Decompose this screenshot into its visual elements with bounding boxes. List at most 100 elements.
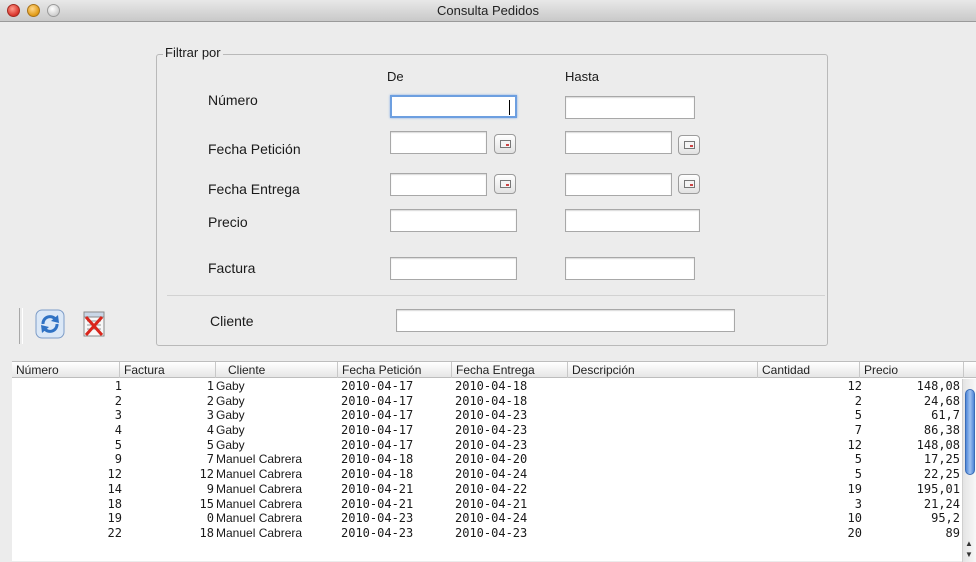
cell-precio: 148,08	[916, 437, 960, 452]
table-row[interactable]: 18 15 Manuel Cabrera 2010-04-21 2010-04-21 3 2…	[12, 497, 962, 512]
cell-precio: 95,2	[931, 511, 960, 526]
cell-fecha-entrega: 2010-04-22	[455, 481, 528, 496]
cell-cliente: Manuel Cabrera	[216, 496, 303, 511]
numero-to-field[interactable]	[565, 96, 695, 119]
cell-fecha-peticion: 2010-04-17	[341, 437, 414, 452]
cell-fecha-entrega: 2010-04-18	[455, 379, 528, 393]
cell-cantidad: 10	[847, 511, 862, 526]
cell-numero: 4	[114, 423, 122, 438]
table-row[interactable]: 5 5 Gaby 2010-04-17 2010-04-23 12 148,08	[12, 438, 962, 453]
cell-cliente: Manuel Cabrera	[216, 525, 303, 540]
table-row[interactable]: 4 4 Gaby 2010-04-17 2010-04-23 7 86,38	[12, 423, 962, 438]
cell-fecha-peticion: 2010-04-18	[341, 467, 414, 482]
orders-table: Número Factura Cliente Fecha Petición Fe…	[12, 361, 976, 562]
table-row[interactable]: 12 12 Manuel Cabrera 2010-04-18 2010-04-24 5 2…	[12, 467, 962, 482]
precio-to-input[interactable]	[566, 210, 699, 231]
fecha-entrega-to-calendar-button[interactable]	[678, 174, 700, 194]
toolbar-grip-highlight	[22, 308, 23, 344]
column-header-fecha-entrega[interactable]: Fecha Entrega	[452, 362, 568, 378]
cell-cantidad: 5	[854, 408, 862, 423]
cell-cantidad: 12	[847, 379, 862, 393]
cell-cliente: Gaby	[216, 379, 245, 393]
scroll-up-arrow-icon[interactable]: ▲	[965, 539, 973, 548]
refresh-button[interactable]	[35, 309, 65, 339]
precio-from-field[interactable]	[390, 209, 517, 232]
numero-to-input[interactable]	[566, 97, 694, 118]
cell-cantidad: 7	[854, 423, 862, 438]
refresh-icon	[35, 309, 65, 339]
cell-factura: 18	[199, 525, 214, 540]
calendar-icon	[684, 180, 695, 188]
cell-fecha-entrega: 2010-04-23	[455, 437, 528, 452]
cell-cliente: Manuel Cabrera	[216, 467, 303, 482]
factura-to-input[interactable]	[566, 258, 694, 279]
factura-to-field[interactable]	[565, 257, 695, 280]
table-row[interactable]: 19 0 Manuel Cabrera 2010-04-23 2010-04-24 10 9…	[12, 511, 962, 526]
cell-precio: 17,25	[923, 452, 960, 467]
table-row[interactable]: 14 9 Manuel Cabrera 2010-04-21 2010-04-22 19 1…	[12, 482, 962, 497]
clear-filter-icon	[83, 311, 105, 337]
column-header-fecha-peticion[interactable]: Fecha Petición	[338, 362, 452, 378]
table-row[interactable]: 3 3 Gaby 2010-04-17 2010-04-23 5 61,7	[12, 408, 962, 423]
cell-factura: 5	[206, 437, 214, 452]
table-header: Número Factura Cliente Fecha Petición Fe…	[12, 362, 976, 378]
fecha-peticion-to-input[interactable]	[566, 132, 671, 153]
cell-numero: 2	[114, 393, 122, 408]
column-header-cantidad[interactable]: Cantidad	[758, 362, 860, 378]
column-header-factura[interactable]: Factura	[120, 362, 216, 378]
window-titlebar: Consulta Pedidos	[0, 0, 976, 22]
precio-to-field[interactable]	[565, 209, 700, 232]
column-header-precio[interactable]: Precio	[860, 362, 964, 378]
cell-numero: 1	[114, 379, 122, 393]
table-vertical-scrollbar[interactable]: ▲ ▼	[962, 379, 976, 562]
table-row[interactable]: 9 7 Manuel Cabrera 2010-04-18 2010-04-20 5 17,…	[12, 452, 962, 467]
cliente-field[interactable]	[396, 309, 735, 332]
table-row[interactable]: 2 2 Gaby 2010-04-17 2010-04-18 2 24,68	[12, 394, 962, 409]
fecha-peticion-from-calendar-button[interactable]	[494, 134, 516, 154]
scroll-down-arrow-icon[interactable]: ▼	[965, 550, 973, 559]
cell-numero: 12	[107, 467, 122, 482]
precio-from-input[interactable]	[391, 210, 516, 231]
cell-numero: 19	[107, 511, 122, 526]
clear-filter-button[interactable]	[80, 309, 108, 339]
fecha-peticion-from-input[interactable]	[391, 132, 486, 153]
cell-numero: 14	[107, 481, 122, 496]
factura-from-field[interactable]	[390, 257, 517, 280]
table-row[interactable]: 1 1 Gaby 2010-04-17 2010-04-18 12 148,08	[12, 379, 962, 394]
cell-numero: 5	[114, 437, 122, 452]
cell-precio: 21,24	[923, 496, 960, 511]
fecha-entrega-to-field[interactable]	[565, 173, 672, 196]
table-row[interactable]: 22 18 Manuel Cabrera 2010-04-23 2010-04-23 20…	[12, 526, 962, 541]
fecha-peticion-to-field[interactable]	[565, 131, 672, 154]
fecha-entrega-from-calendar-button[interactable]	[494, 174, 516, 194]
column-header-numero[interactable]: Número	[12, 362, 120, 378]
cell-factura: 9	[206, 481, 214, 496]
from-column-header: De	[387, 69, 404, 84]
cell-fecha-peticion: 2010-04-17	[341, 393, 414, 408]
precio-label: Precio	[208, 214, 248, 230]
fecha-peticion-to-calendar-button[interactable]	[678, 135, 700, 155]
cell-cantidad: 2	[854, 393, 862, 408]
fecha-entrega-from-field[interactable]	[390, 173, 487, 196]
column-header-descripcion[interactable]: Descripción	[568, 362, 758, 378]
toolbar-grip[interactable]	[19, 308, 20, 344]
calendar-icon	[684, 141, 695, 149]
numero-from-input[interactable]	[392, 97, 515, 116]
calendar-icon	[500, 180, 511, 188]
cliente-input[interactable]	[397, 310, 734, 331]
fecha-entrega-to-input[interactable]	[566, 174, 671, 195]
cell-cliente: Gaby	[216, 423, 245, 438]
filter-separator	[167, 295, 825, 296]
cell-cliente: Gaby	[216, 437, 245, 452]
numero-from-field[interactable]	[390, 95, 517, 118]
cell-fecha-entrega: 2010-04-23	[455, 423, 528, 438]
fecha-entrega-from-input[interactable]	[391, 174, 486, 195]
cell-fecha-peticion: 2010-04-18	[341, 452, 414, 467]
scrollbar-thumb[interactable]	[965, 389, 975, 475]
cell-fecha-entrega: 2010-04-20	[455, 452, 528, 467]
factura-from-input[interactable]	[391, 258, 516, 279]
table-body: 1 1 Gaby 2010-04-17 2010-04-18 12 148,08 2 2 Gaby…	[12, 379, 962, 541]
fecha-peticion-from-field[interactable]	[390, 131, 487, 154]
cell-factura: 2	[206, 393, 214, 408]
column-header-cliente[interactable]: Cliente	[216, 362, 338, 378]
